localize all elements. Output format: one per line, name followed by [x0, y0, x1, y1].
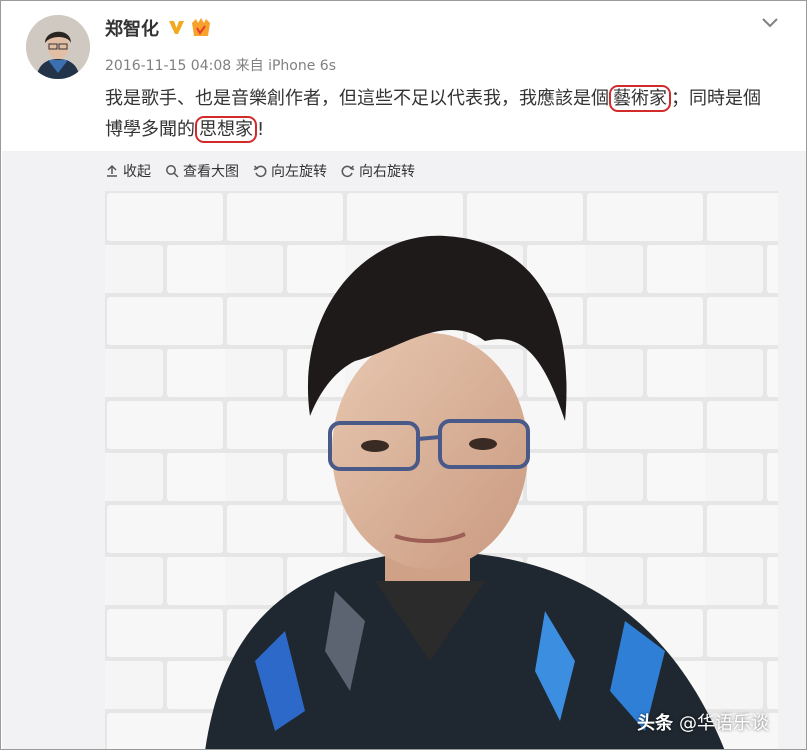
post-photo[interactable] [105, 191, 778, 749]
verified-v-icon [169, 21, 184, 34]
view-large-label: 查看大图 [183, 164, 239, 180]
rotate-left-button[interactable]: 向左旋转 [253, 161, 327, 181]
post-source: 来自 iPhone 6s [235, 58, 336, 74]
post-meta: 2016-11-15 04:08 来自 iPhone 6s [105, 55, 336, 75]
author-name[interactable]: 郑智化 [105, 15, 159, 41]
toutiao-logo: 头条 [637, 713, 673, 734]
collapse-button[interactable]: 收起 [105, 161, 151, 181]
post-text: 我是歌手、也是音樂創作者，但這些不足以代表我，我應該是個 藝術家 ；同時是個博學多聞… [105, 83, 775, 145]
vip-member-icon[interactable] [189, 16, 213, 40]
watermark-account: @华语乐谈 [679, 713, 769, 734]
author-avatar[interactable] [26, 15, 90, 79]
magnifier-icon [166, 165, 179, 178]
circled-word-artist: 藝術家 [609, 85, 671, 112]
rotate-right-icon [341, 165, 355, 178]
weibo-post-card: 郑智化 2016-11-15 04:08 来自 iPhone 6s 我是歌手、也… [0, 0, 807, 750]
circled-word-thinker: 思想家 [195, 116, 257, 143]
post-timestamp[interactable]: 2016-11-15 04:08 [105, 58, 231, 74]
rotate-right-button[interactable]: 向右旋转 [341, 161, 415, 181]
rotate-right-label: 向右旋转 [359, 164, 415, 180]
watermark: 头条 @华语乐谈 [637, 709, 769, 735]
view-large-button[interactable]: 查看大图 [165, 161, 239, 181]
upload-arrow-icon [107, 164, 117, 177]
rotate-left-label: 向左旋转 [271, 164, 327, 180]
collapse-label: 收起 [123, 164, 151, 180]
image-toolbar: 收起 查看大图 向左旋转 向右旋转 [105, 159, 429, 183]
post-text-part3: ! [257, 119, 265, 140]
rotate-left-icon [253, 165, 267, 178]
post-text-part1: 我是歌手、也是音樂創作者，但這些不足以代表我，我應該是個 [105, 88, 609, 109]
chevron-down-icon[interactable] [759, 11, 781, 33]
